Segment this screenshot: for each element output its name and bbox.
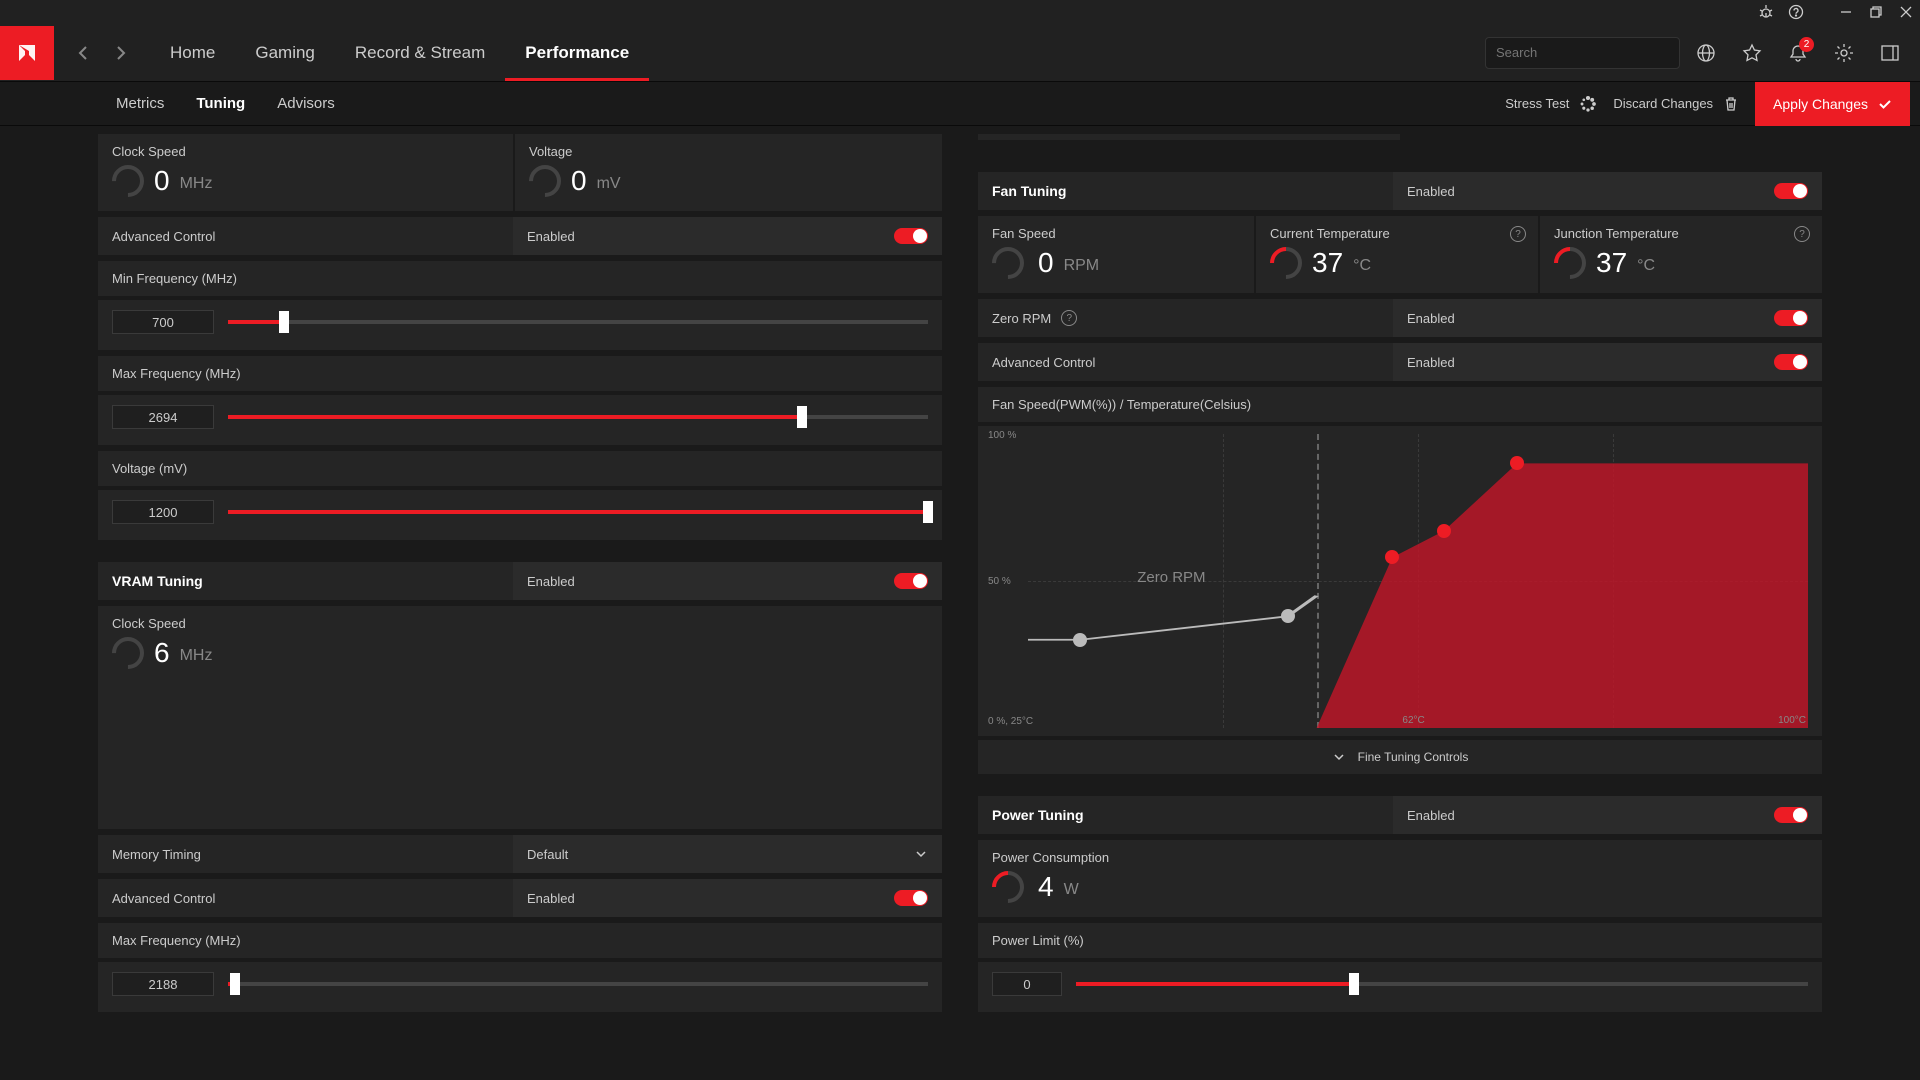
fan-advanced-control-toggle[interactable]	[1774, 354, 1808, 370]
gpu-advanced-control-toggle[interactable]	[894, 228, 928, 244]
help-icon[interactable]	[1788, 4, 1804, 20]
forward-button[interactable]	[102, 35, 138, 71]
nav-home[interactable]: Home	[150, 25, 235, 81]
power-limit-label: Power Limit (%)	[978, 923, 1822, 958]
voltage-input[interactable]	[112, 500, 214, 524]
fan-curve-chart[interactable]: 100 % 50 % 0 %, 25°C	[978, 426, 1822, 736]
fan-advanced-control-row: Advanced Control Enabled	[978, 343, 1822, 381]
discard-changes-button[interactable]: Discard Changes	[1613, 96, 1739, 112]
maximize-icon[interactable]	[1868, 4, 1884, 20]
debug-icon[interactable]	[1758, 4, 1774, 20]
amd-logo[interactable]	[0, 26, 54, 80]
power-limit-slider-row	[978, 962, 1822, 1012]
vram-tuning-header: VRAM Tuning Enabled	[98, 562, 942, 600]
zero-rpm-row: Zero RPM ? Enabled	[978, 299, 1822, 337]
fan-tuning-header: Fan Tuning Enabled	[978, 172, 1822, 210]
tab-metrics[interactable]: Metrics	[100, 83, 180, 124]
fan-chart-title: Fan Speed(PWM(%)) / Temperature(Celsius)	[978, 387, 1822, 422]
power-consumption-gauge: Power Consumption 4 W	[978, 840, 1822, 917]
nav-record-stream[interactable]: Record & Stream	[335, 25, 505, 81]
gpu-clock-speed-gauge: Clock Speed 0 MHz	[98, 134, 513, 211]
memory-timing-dropdown[interactable]: Default	[527, 847, 928, 862]
vram-max-freq-slider-row	[98, 962, 942, 1012]
junction-temp-gauge: Junction Temperature ? 37 °C	[1540, 216, 1822, 293]
max-freq-label: Max Frequency (MHz)	[98, 356, 942, 391]
max-freq-slider[interactable]	[228, 415, 928, 419]
bell-icon[interactable]: 2	[1778, 33, 1818, 73]
back-button[interactable]	[66, 35, 102, 71]
vram-tuning-toggle[interactable]	[894, 573, 928, 589]
memory-timing-row: Memory Timing Default	[98, 835, 942, 873]
gpu-advanced-control-row: Advanced Control Enabled	[98, 217, 942, 255]
info-icon[interactable]: ?	[1794, 226, 1810, 242]
power-tuning-header: Power Tuning Enabled	[978, 796, 1822, 834]
titlebar	[0, 0, 1920, 24]
gpu-voltage-gauge: Voltage 0 mV	[515, 134, 942, 211]
stress-test-button[interactable]: Stress Test	[1505, 95, 1597, 113]
minimize-icon[interactable]	[1838, 4, 1854, 20]
vram-clock-speed-gauge: Clock Speed 6 MHz	[98, 606, 942, 829]
current-temp-gauge: Current Temperature ? 37 °C	[1256, 216, 1538, 293]
spinner-icon	[1579, 95, 1597, 113]
fan-tuning-toggle[interactable]	[1774, 183, 1808, 199]
min-freq-input[interactable]	[112, 310, 214, 334]
close-icon[interactable]	[1898, 4, 1914, 20]
tab-advisors[interactable]: Advisors	[261, 83, 351, 124]
fine-tuning-controls-button[interactable]: Fine Tuning Controls	[978, 740, 1822, 774]
panel-icon[interactable]	[1870, 33, 1910, 73]
search-input[interactable]	[1496, 45, 1672, 60]
gear-icon[interactable]	[1824, 33, 1864, 73]
voltage-slider[interactable]	[228, 510, 928, 514]
vram-max-freq-input[interactable]	[112, 972, 214, 996]
star-icon[interactable]	[1732, 33, 1772, 73]
notification-badge: 2	[1799, 37, 1814, 52]
power-tuning-toggle[interactable]	[1774, 807, 1808, 823]
voltage-slider-row	[98, 490, 942, 540]
vram-advanced-control-row: Advanced Control Enabled	[98, 879, 942, 917]
chevron-down-icon	[914, 847, 928, 861]
vram-advanced-control-toggle[interactable]	[894, 890, 928, 906]
min-freq-label: Min Frequency (MHz)	[98, 261, 942, 296]
vram-max-freq-slider[interactable]	[228, 982, 928, 986]
max-freq-input[interactable]	[112, 405, 214, 429]
web-icon[interactable]	[1686, 33, 1726, 73]
apply-changes-button[interactable]: Apply Changes	[1755, 82, 1910, 126]
nav-gaming[interactable]: Gaming	[235, 25, 335, 81]
tab-tuning[interactable]: Tuning	[180, 83, 261, 124]
max-freq-slider-row	[98, 395, 942, 445]
vram-max-freq-label: Max Frequency (MHz)	[98, 923, 942, 958]
fan-speed-gauge: Fan Speed 0 RPM	[978, 216, 1254, 293]
check-icon	[1878, 97, 1892, 111]
chevron-down-icon	[1332, 750, 1346, 764]
nav-performance[interactable]: Performance	[505, 25, 649, 81]
info-icon[interactable]: ?	[1510, 226, 1526, 242]
trash-icon	[1723, 96, 1739, 112]
voltage-slider-label: Voltage (mV)	[98, 451, 942, 486]
info-icon[interactable]: ?	[1061, 310, 1077, 326]
sub-nav: Metrics Tuning Advisors Stress Test Disc…	[0, 82, 1920, 126]
min-freq-slider[interactable]	[228, 320, 928, 324]
zero-rpm-toggle[interactable]	[1774, 310, 1808, 326]
top-nav: Home Gaming Record & Stream Performance …	[0, 24, 1920, 82]
min-freq-slider-row	[98, 300, 942, 350]
power-limit-slider[interactable]	[1076, 982, 1808, 986]
power-limit-input[interactable]	[992, 972, 1062, 996]
search-box[interactable]	[1485, 37, 1680, 69]
